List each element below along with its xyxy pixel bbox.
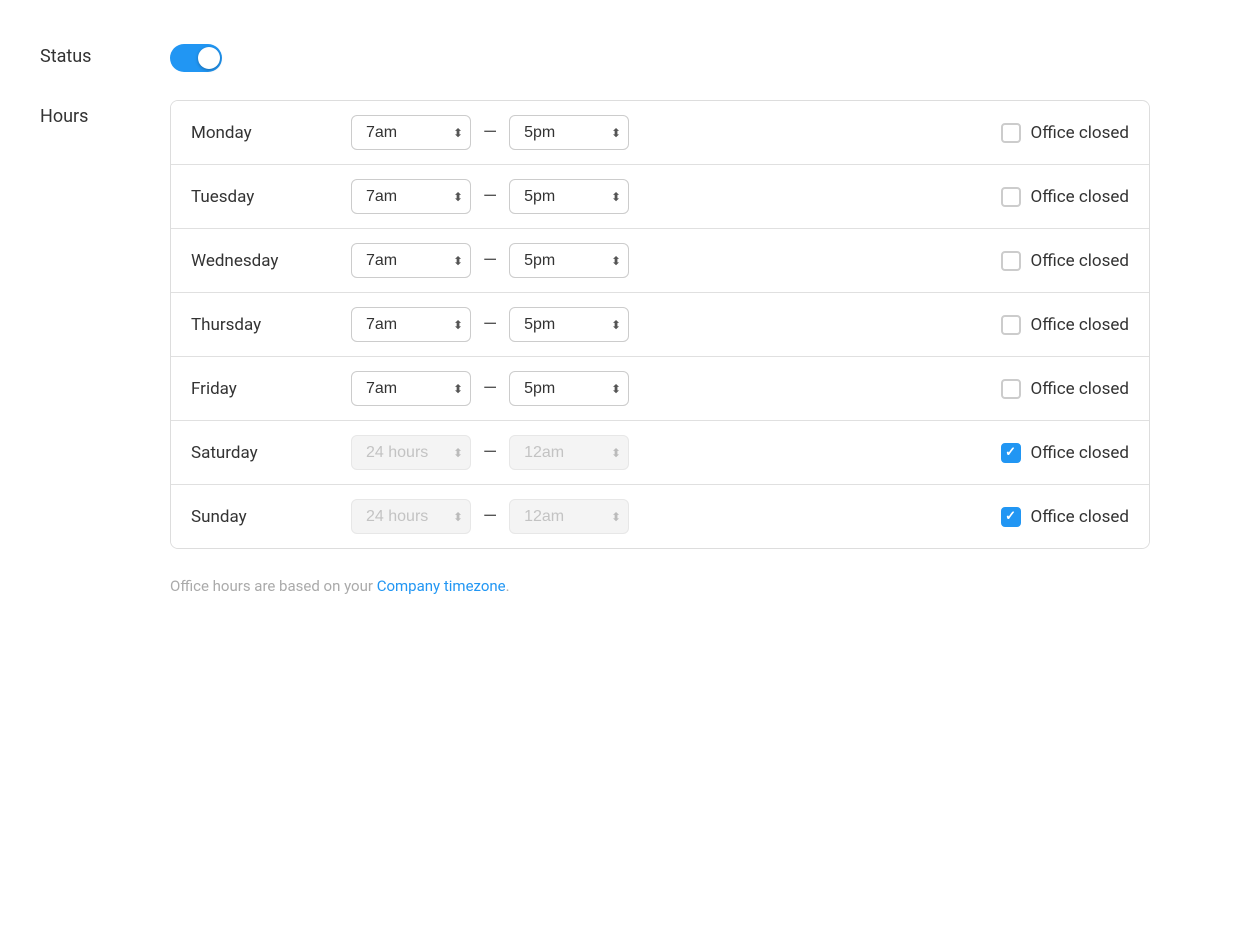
end-time-select: 12am <box>509 435 629 470</box>
start-time-select: 24 hours <box>351 435 471 470</box>
footer-text-before: Office hours are based on your <box>170 577 377 595</box>
footer-text-after: . <box>506 577 510 595</box>
office-closed-checkbox[interactable] <box>1001 251 1021 271</box>
time-separator: — <box>483 442 497 463</box>
day-name: Monday <box>191 123 351 143</box>
table-row: Wednesday12am1am2am3am4am5am6am7am8am9am… <box>171 229 1149 293</box>
start-time-wrapper: 12am1am2am3am4am5am6am7am8am9am10am11am1… <box>351 243 471 278</box>
table-row: Thursday12am1am2am3am4am5am6am7am8am9am1… <box>171 293 1149 357</box>
table-row: Tuesday12am1am2am3am4am5am6am7am8am9am10… <box>171 165 1149 229</box>
office-closed-label: Office closed <box>1031 315 1129 335</box>
hours-label: Hours <box>40 100 170 127</box>
start-time-wrapper: 24 hours <box>351 435 471 470</box>
start-time-wrapper: 12am1am2am3am4am5am6am7am8am9am10am11am1… <box>351 371 471 406</box>
start-time-wrapper: 12am1am2am3am4am5am6am7am8am9am10am11am1… <box>351 179 471 214</box>
day-name: Tuesday <box>191 187 351 207</box>
end-time-wrapper: 12am1am2am3am4am5am6am7am8am9am10am11am1… <box>509 371 629 406</box>
toggle-thumb <box>198 47 220 69</box>
office-closed-checkbox[interactable] <box>1001 187 1021 207</box>
hours-section: Hours Monday12am1am2am3am4am5am6am7am8am… <box>40 100 1220 549</box>
time-controls: 12am1am2am3am4am5am6am7am8am9am10am11am1… <box>351 371 971 406</box>
status-label: Status <box>40 40 170 67</box>
footer-note: Office hours are based on your Company t… <box>40 577 1220 595</box>
office-closed-wrap: Office closed <box>1001 379 1129 399</box>
end-time-select[interactable]: 12am1am2am3am4am5am6am7am8am9am10am11am1… <box>509 371 629 406</box>
time-separator: — <box>483 314 497 335</box>
start-time-select[interactable]: 12am1am2am3am4am5am6am7am8am9am10am11am1… <box>351 179 471 214</box>
time-controls: 12am1am2am3am4am5am6am7am8am9am10am11am1… <box>351 307 971 342</box>
time-separator: — <box>483 122 497 143</box>
office-closed-label: Office closed <box>1031 443 1129 463</box>
end-time-wrapper: 12am1am2am3am4am5am6am7am8am9am10am11am1… <box>509 243 629 278</box>
time-separator: — <box>483 378 497 399</box>
table-row: Saturday24 hours — 12am Office closed <box>171 421 1149 485</box>
time-controls: 12am1am2am3am4am5am6am7am8am9am10am11am1… <box>351 243 971 278</box>
time-controls: 12am1am2am3am4am5am6am7am8am9am10am11am1… <box>351 179 971 214</box>
office-closed-checkbox[interactable] <box>1001 123 1021 143</box>
office-closed-checkbox[interactable] <box>1001 507 1021 527</box>
start-time-wrapper: 24 hours <box>351 499 471 534</box>
day-name: Wednesday <box>191 251 351 271</box>
office-closed-label: Office closed <box>1031 123 1129 143</box>
company-timezone-link[interactable]: Company timezone <box>377 577 506 595</box>
office-closed-wrap: Office closed <box>1001 507 1129 527</box>
office-closed-wrap: Office closed <box>1001 443 1129 463</box>
end-time-wrapper: 12am <box>509 435 629 470</box>
office-closed-wrap: Office closed <box>1001 123 1129 143</box>
end-time-wrapper: 12am <box>509 499 629 534</box>
table-row: Monday12am1am2am3am4am5am6am7am8am9am10a… <box>171 101 1149 165</box>
office-closed-checkbox[interactable] <box>1001 379 1021 399</box>
office-closed-wrap: Office closed <box>1001 315 1129 335</box>
start-time-select[interactable]: 12am1am2am3am4am5am6am7am8am9am10am11am1… <box>351 243 471 278</box>
end-time-select[interactable]: 12am1am2am3am4am5am6am7am8am9am10am11am1… <box>509 243 629 278</box>
start-time-wrapper: 12am1am2am3am4am5am6am7am8am9am10am11am1… <box>351 115 471 150</box>
table-row: Friday12am1am2am3am4am5am6am7am8am9am10a… <box>171 357 1149 421</box>
table-row: Sunday24 hours — 12am Office closed <box>171 485 1149 548</box>
time-separator: — <box>483 250 497 271</box>
time-controls: 12am1am2am3am4am5am6am7am8am9am10am11am1… <box>351 115 971 150</box>
status-toggle[interactable] <box>170 44 222 72</box>
start-time-select[interactable]: 12am1am2am3am4am5am6am7am8am9am10am11am1… <box>351 307 471 342</box>
office-closed-wrap: Office closed <box>1001 251 1129 271</box>
day-name: Saturday <box>191 443 351 463</box>
office-closed-checkbox[interactable] <box>1001 315 1021 335</box>
day-name: Friday <box>191 379 351 399</box>
office-closed-label: Office closed <box>1031 187 1129 207</box>
day-name: Thursday <box>191 315 351 335</box>
end-time-wrapper: 12am1am2am3am4am5am6am7am8am9am10am11am1… <box>509 179 629 214</box>
office-closed-label: Office closed <box>1031 379 1129 399</box>
status-section: Status <box>40 40 1220 72</box>
end-time-select[interactable]: 12am1am2am3am4am5am6am7am8am9am10am11am1… <box>509 115 629 150</box>
time-controls: 24 hours — 12am <box>351 499 971 534</box>
start-time-select[interactable]: 12am1am2am3am4am5am6am7am8am9am10am11am1… <box>351 371 471 406</box>
time-controls: 24 hours — 12am <box>351 435 971 470</box>
end-time-select[interactable]: 12am1am2am3am4am5am6am7am8am9am10am11am1… <box>509 307 629 342</box>
status-toggle-wrapper <box>170 44 222 72</box>
end-time-select: 12am <box>509 499 629 534</box>
time-separator: — <box>483 186 497 207</box>
office-closed-wrap: Office closed <box>1001 187 1129 207</box>
time-separator: — <box>483 506 497 527</box>
office-closed-label: Office closed <box>1031 507 1129 527</box>
hours-table: Monday12am1am2am3am4am5am6am7am8am9am10a… <box>170 100 1150 549</box>
office-closed-label: Office closed <box>1031 251 1129 271</box>
end-time-wrapper: 12am1am2am3am4am5am6am7am8am9am10am11am1… <box>509 307 629 342</box>
day-name: Sunday <box>191 507 351 527</box>
end-time-select[interactable]: 12am1am2am3am4am5am6am7am8am9am10am11am1… <box>509 179 629 214</box>
end-time-wrapper: 12am1am2am3am4am5am6am7am8am9am10am11am1… <box>509 115 629 150</box>
start-time-select: 24 hours <box>351 499 471 534</box>
office-closed-checkbox[interactable] <box>1001 443 1021 463</box>
start-time-wrapper: 12am1am2am3am4am5am6am7am8am9am10am11am1… <box>351 307 471 342</box>
start-time-select[interactable]: 12am1am2am3am4am5am6am7am8am9am10am11am1… <box>351 115 471 150</box>
